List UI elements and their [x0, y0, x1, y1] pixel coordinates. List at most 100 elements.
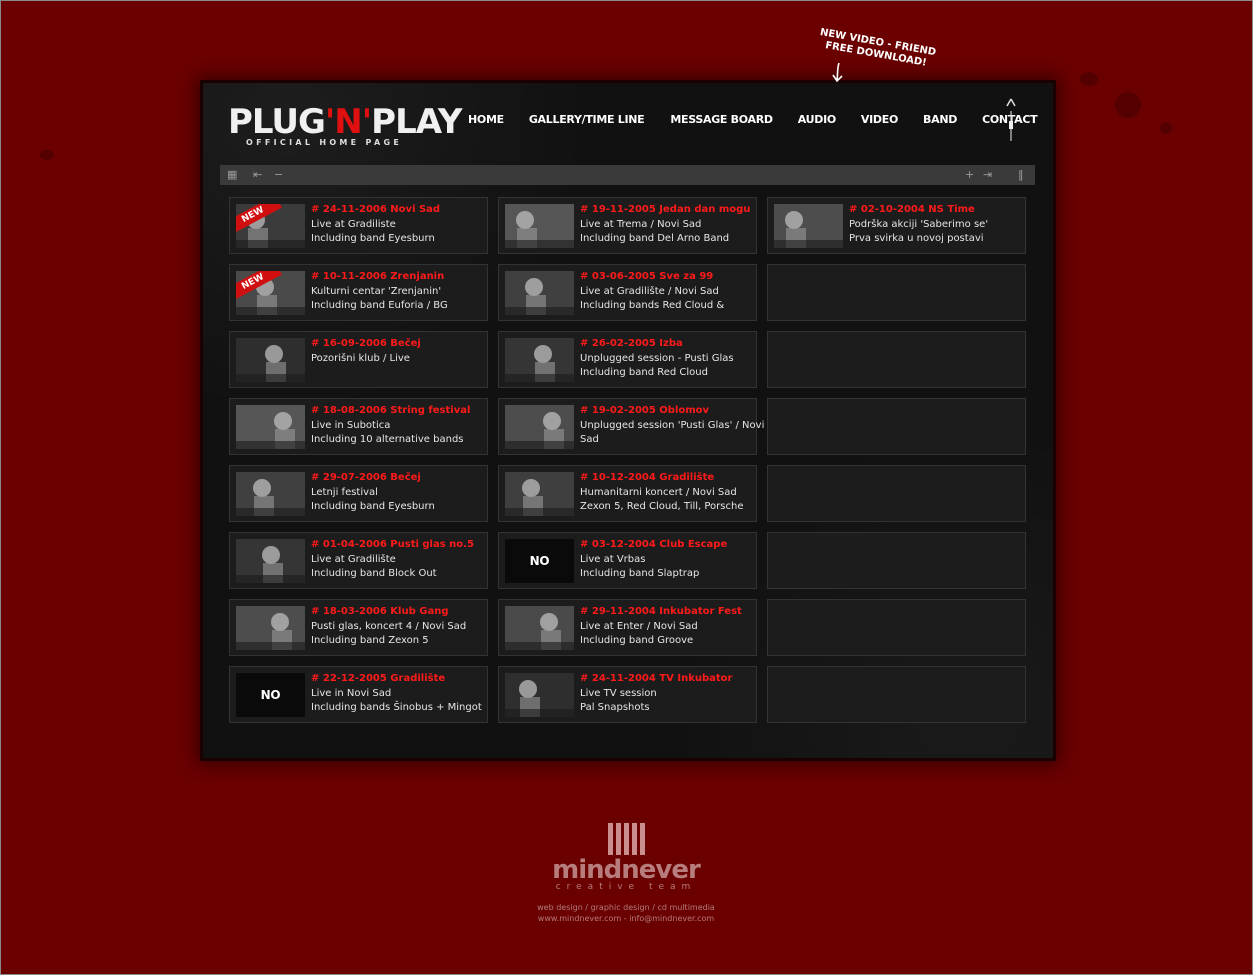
event-title[interactable]: # 24-11-2006 Novi Sad [311, 204, 440, 216]
nav-video[interactable]: VIDEO [861, 113, 898, 126]
zoom-in-icon[interactable]: + [965, 169, 974, 181]
event-thumbnail[interactable]: NEW [236, 204, 305, 248]
last-page-icon[interactable]: ⇥ [983, 169, 992, 181]
event-thumbnail[interactable] [236, 338, 305, 382]
event-title[interactable]: # 22-12-2005 Gradilište [311, 673, 445, 685]
event-detail: Including band Eyesburn [311, 501, 435, 512]
event-card[interactable]: # 19-02-2005 Oblomov Unplugged session 'P… [498, 398, 764, 455]
event-card[interactable]: # 03-06-2005 Sve za 99 Live at Gradilište… [498, 264, 757, 321]
photo-image [505, 338, 574, 382]
event-detail: Live at Vrbas [580, 554, 646, 565]
nav-gallery[interactable]: GALLERY/TIME LINE [529, 113, 645, 126]
photo-image [236, 606, 305, 650]
event-card[interactable]: # 18-03-2006 Klub Gang Pusti glas, koncer… [229, 599, 488, 656]
event-detail: Kulturni centar 'Zrenjanin' [311, 286, 442, 297]
pause-icon[interactable]: ‖ [1018, 169, 1024, 181]
event-thumbnail[interactable] [505, 472, 574, 516]
event-detail: Live at Trema / Novi Sad [580, 219, 702, 230]
event-thumbnail[interactable] [505, 338, 574, 382]
footer-contact-links[interactable]: www.mindnever.com - info@mindnever.com [520, 913, 732, 924]
event-card[interactable]: # 29-11-2004 Inkubator Fest Live at Enter… [498, 599, 757, 656]
event-thumbnail[interactable] [505, 271, 574, 315]
event-card[interactable]: NEW # 24-11-2006 Novi Sad Live at Gradilis… [229, 197, 488, 254]
event-detail: Including band Groove [580, 635, 694, 646]
event-thumbnail[interactable] [505, 606, 574, 650]
event-card[interactable]: # 16-09-2006 Bečej Pozorišni klub / Live [229, 331, 488, 388]
event-title[interactable]: # 18-03-2006 Klub Gang [311, 606, 448, 618]
event-thumbnail[interactable]: NEW [236, 271, 305, 315]
event-thumbnail[interactable] [236, 405, 305, 449]
event-title[interactable]: # 03-12-2004 Club Escape [580, 539, 727, 551]
photo-image [505, 673, 574, 717]
event-thumbnail[interactable] [236, 539, 305, 583]
event-card[interactable]: NO IMAGES # 22-12-2005 Gradilište Live in … [229, 666, 488, 723]
event-card[interactable]: # 29-07-2006 Bečej Letnji festival Includi… [229, 465, 488, 522]
no-images-placeholder: NO IMAGES [236, 673, 305, 717]
event-thumbnail[interactable] [236, 472, 305, 516]
event-thumbnail[interactable]: NO IMAGES [236, 673, 305, 717]
event-thumbnail[interactable] [774, 204, 843, 248]
first-page-icon[interactable]: ⇤ [253, 169, 262, 181]
grid-view-icon[interactable]: ▦ [227, 169, 237, 181]
site-logo[interactable]: PLUG'N'PLAY OFFICIAL HOME PAGE [228, 103, 462, 159]
scroll-up-arrow-icon[interactable] [1003, 97, 1019, 145]
photo-image [774, 204, 843, 248]
event-detail: Including band Eyesburn [311, 233, 435, 244]
event-card[interactable]: # 19-11-2005 Jedan dan mogu Live at Trema… [498, 197, 757, 254]
event-card[interactable]: # 26-02-2005 Izba Unplugged session - Pus… [498, 331, 757, 388]
nav-message-board[interactable]: MESSAGE BOARD [670, 113, 773, 126]
event-detail: Live at Gradiliste [311, 219, 396, 230]
photo-image [236, 472, 305, 516]
event-card[interactable]: # 01-04-2006 Pusti glas no.5 Live at Grad… [229, 532, 488, 589]
event-detail: Live in Subotica [311, 420, 391, 431]
paint-splat [1115, 92, 1141, 118]
logo-subtitle: OFFICIAL HOME PAGE [246, 138, 403, 147]
event-card[interactable]: # 10-12-2004 Gradilište Humanitarni konce… [498, 465, 757, 522]
event-thumbnail[interactable] [505, 204, 574, 248]
event-thumbnail[interactable] [505, 405, 574, 449]
event-title[interactable]: # 03-06-2005 Sve za 99 [580, 271, 713, 283]
empty-card [767, 532, 1026, 589]
photo-image [236, 405, 305, 449]
event-detail: Sad [580, 434, 599, 445]
empty-card [767, 398, 1026, 455]
event-title[interactable]: # 16-09-2006 Bečej [311, 338, 421, 350]
event-card[interactable]: NEW # 10-11-2006 Zrenjanin Kulturni centar… [229, 264, 488, 321]
zoom-out-icon[interactable]: − [274, 169, 283, 181]
event-card[interactable]: # 24-11-2004 TV Inkubator Live TV session… [498, 666, 757, 723]
event-detail: Unplugged session - Pusti Glas [580, 353, 734, 364]
event-title[interactable]: # 29-11-2004 Inkubator Fest [580, 606, 742, 618]
event-thumbnail[interactable] [505, 673, 574, 717]
event-title[interactable]: # 19-11-2005 Jedan dan mogu [580, 204, 750, 216]
photo-image [236, 338, 305, 382]
event-title[interactable]: # 10-11-2006 Zrenjanin [311, 271, 444, 283]
photo-image [505, 606, 574, 650]
event-thumbnail[interactable] [236, 606, 305, 650]
event-card[interactable]: # 18-08-2006 String festival Live in Subo… [229, 398, 488, 455]
nav-audio[interactable]: AUDIO [798, 113, 836, 126]
event-detail: Including band Red Cloud [580, 367, 708, 378]
event-title[interactable]: # 26-02-2005 Izba [580, 338, 683, 350]
nav-band[interactable]: BAND [923, 113, 957, 126]
event-title[interactable]: # 01-04-2006 Pusti glas no.5 [311, 539, 474, 551]
event-thumbnail[interactable]: NO IMAGES [505, 539, 574, 583]
nav-home[interactable]: HOME [468, 113, 504, 126]
event-card[interactable]: NO IMAGES # 03-12-2004 Club Escape Live at… [498, 532, 757, 589]
event-detail: Including band Slaptrap [580, 568, 700, 579]
event-title[interactable]: # 18-08-2006 String festival [311, 405, 470, 417]
event-title[interactable]: # 29-07-2006 Bečej [311, 472, 421, 484]
event-title[interactable]: # 02-10-2004 NS Time [849, 204, 975, 216]
event-title[interactable]: # 24-11-2004 TV Inkubator [580, 673, 732, 685]
empty-card [767, 264, 1026, 321]
event-detail: Live at Gradilište / Novi Sad [580, 286, 719, 297]
event-detail: Live TV session [580, 688, 657, 699]
event-title[interactable]: # 19-02-2005 Oblomov [580, 405, 709, 417]
event-card[interactable]: # 02-10-2004 NS Time Podrška akciji 'Sabe… [767, 197, 1026, 254]
event-detail: Pusti glas, koncert 4 / Novi Sad [311, 621, 467, 632]
mindnever-bars-icon [520, 823, 732, 855]
event-detail: Live at Gradilište [311, 554, 396, 565]
event-detail: Including band Euforia / BG [311, 300, 448, 311]
paint-splat [40, 150, 54, 160]
event-title[interactable]: # 10-12-2004 Gradilište [580, 472, 714, 484]
footer-brand[interactable]: mindnever [520, 857, 732, 883]
